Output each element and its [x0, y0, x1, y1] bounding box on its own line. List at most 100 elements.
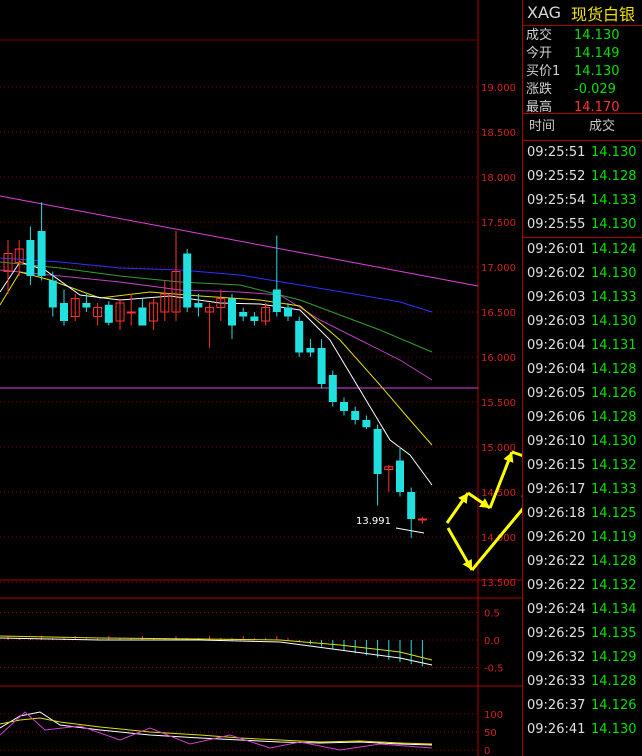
tick-price: 14.130 — [591, 434, 637, 449]
price-tick-label: 18.000 — [481, 173, 516, 184]
candle-body — [82, 303, 91, 308]
tick-time: 09:26:06 — [527, 410, 586, 425]
low-pointer — [395, 527, 425, 534]
tick-row: 09:26:22 14.132 — [523, 574, 642, 598]
tick-price: 14.130 — [591, 722, 637, 737]
tick-time: 09:26:33 — [527, 674, 586, 689]
tick-price: 14.133 — [591, 482, 637, 497]
candle-body — [417, 518, 427, 521]
symbol-name: 现货白银 — [571, 4, 636, 24]
quote-value: 14.130 — [574, 64, 620, 79]
tick-time: 09:26:18 — [527, 506, 586, 521]
quote-value: 14.149 — [574, 46, 620, 61]
price-tick-label: 19.000 — [481, 83, 516, 94]
candle-body — [407, 492, 416, 519]
tick-row: 09:26:06 14.128 — [523, 406, 642, 430]
low-annotation: 13.991 — [356, 516, 391, 527]
tick-price: 14.128 — [591, 169, 637, 184]
symbol-code: XAG — [527, 3, 562, 22]
quote-value: 14.170 — [574, 100, 620, 114]
tick-price: 14.134 — [591, 602, 637, 617]
candlestick-chart[interactable]: 19.000 18.500 18.000 17.500 17.000 16.500 16.0… — [0, 0, 522, 756]
price-tick-label: 17.500 — [481, 218, 516, 229]
candle-body — [272, 289, 281, 312]
quote-list: 成交 14.130 今开 14.149 买价1 14.130 涨跌 -0.029 最高 14.17… — [523, 26, 642, 114]
tick-price: 14.124 — [591, 242, 637, 257]
macd-dif-line — [0, 637, 433, 666]
price-tick-label: 15.500 — [481, 398, 516, 409]
tick-price: 14.130 — [591, 314, 637, 329]
tick-row: 09:26:20 14.119 — [523, 526, 642, 550]
quote-label: 涨跌 — [526, 82, 553, 97]
candle-body — [138, 307, 147, 326]
tick-row: 09:26:33 14.128 — [523, 670, 642, 694]
trend-line — [0, 195, 479, 287]
tick-row: 09:26:24 14.134 — [523, 598, 642, 622]
tick-price: 14.130 — [591, 145, 637, 160]
tick-price: 14.119 — [591, 530, 637, 545]
quote-value: -0.029 — [574, 82, 616, 97]
candle-body — [317, 348, 326, 384]
moving-average-line — [0, 261, 433, 486]
tick-time: 09:26:17 — [527, 482, 586, 497]
tick-time: 09:25:52 — [527, 169, 586, 184]
candle-body — [295, 321, 304, 353]
tick-row: 09:26:04 14.128 — [523, 358, 642, 382]
tick-price: 14.135 — [591, 626, 637, 641]
osc-tick-label: 100 — [484, 710, 503, 721]
tick-time: 09:26:10 — [527, 434, 586, 449]
candle-body — [228, 298, 236, 326]
tick-price: 14.131 — [591, 338, 637, 353]
tick-time: 09:26:03 — [527, 314, 586, 329]
quote-row: 买价1 14.130 — [523, 63, 642, 81]
candle-body — [104, 304, 113, 323]
ticks-header-time: 时间 — [529, 119, 556, 134]
tick-time: 09:26:15 — [527, 458, 586, 473]
tick-row: 09:25:52 14.128 — [523, 165, 642, 189]
tick-time: 09:26:03 — [527, 290, 586, 305]
quote-label: 今开 — [526, 46, 553, 61]
tick-time: 09:25:55 — [527, 217, 586, 232]
candle-body — [284, 307, 292, 317]
tick-price: 14.130 — [591, 266, 637, 281]
osc-line-d — [0, 717, 433, 745]
price-tick-label: 16.000 — [481, 353, 516, 364]
price-tick-label: 16.500 — [481, 308, 516, 319]
tick-price: 14.125 — [591, 506, 637, 521]
tick-price: 14.130 — [591, 217, 637, 232]
tick-time: 09:25:54 — [527, 193, 586, 208]
price-tick-label: 18.500 — [481, 128, 516, 139]
tick-row: 09:26:10 14.130 — [523, 430, 642, 454]
candle-body — [126, 311, 136, 314]
tick-row: 09:26:01 14.124 — [523, 237, 642, 262]
tick-time: 09:26:32 — [527, 650, 586, 665]
tick-row: 09:26:04 14.131 — [523, 334, 642, 358]
tick-price: 14.128 — [591, 410, 637, 425]
candle-body — [60, 303, 68, 321]
candle-body — [250, 316, 259, 321]
tick-price: 14.132 — [591, 578, 637, 593]
candle-body — [48, 280, 57, 308]
price-tick-label: 13.500 — [481, 578, 516, 589]
tick-list[interactable]: 09:25:51 14.130 09:25:52 14.128 09:25:54 14.1… — [523, 141, 642, 742]
tick-price: 14.133 — [591, 193, 637, 208]
tick-row: 09:26:41 14.130 — [523, 718, 642, 742]
ticks-header-price: 成交 — [589, 119, 616, 134]
tick-row: 09:26:17 14.133 — [523, 478, 642, 502]
annotation-arrow — [511, 450, 522, 458]
tick-time: 09:26:04 — [527, 338, 586, 353]
tick-time: 09:26:04 — [527, 362, 586, 377]
tick-row: 09:26:25 14.135 — [523, 622, 642, 646]
candle-body — [37, 231, 46, 276]
osc-tick-label: 0 — [484, 746, 490, 756]
moving-average-line — [0, 271, 433, 446]
tick-time: 09:26:22 — [527, 554, 586, 569]
tick-price: 14.128 — [591, 554, 637, 569]
tick-row: 09:25:55 14.130 — [523, 213, 642, 237]
quote-label: 买价1 — [526, 64, 561, 79]
osc-tick-label: 50 — [484, 728, 497, 739]
tick-price: 14.129 — [591, 650, 637, 665]
quote-row: 最高 14.170 — [523, 99, 642, 114]
ticks-header: 时间 成交 — [523, 114, 642, 141]
candle-body — [328, 375, 337, 402]
